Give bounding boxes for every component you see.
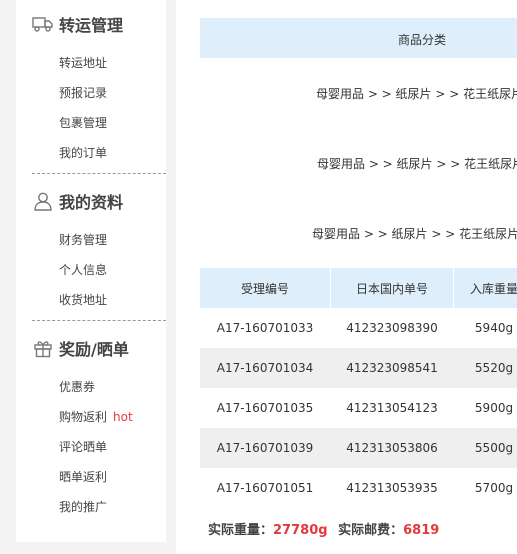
cell-acceptance-no: A17-160701033 [216,321,314,335]
section-header-transport: 转运管理 [32,12,123,36]
divider [32,173,166,174]
sidebar-item-shipping-address[interactable]: 收货地址 [59,291,107,308]
gift-icon [32,338,54,358]
cell-tracking-no: 412313053806 [346,441,438,455]
column-header-japan-tracking-no: 日本国内单号 [331,268,453,308]
section-title: 转运管理 [59,16,124,35]
summary-line: 实际重量：27780g 实际邮费：6819 [208,519,439,538]
sidebar-item-my-orders[interactable]: 我的订单 [59,144,107,161]
table-row: A17-160701051 412313053935 5700g [200,468,517,508]
sidebar-item-my-promotion[interactable]: 我的推广 [59,498,107,515]
user-icon [32,191,54,211]
cell-weight: 5900g [474,401,514,415]
sidebar-item-forecast-records[interactable]: 预报记录 [59,84,107,101]
cell-acceptance-no: A17-160701034 [216,361,314,375]
cell-acceptance-no: A17-160701051 [216,481,314,495]
actual-weight-label: 实际重量： [208,523,274,538]
divider [32,320,166,321]
actual-postage-value: 6819 [403,523,440,538]
sidebar-item-transfer-address[interactable]: 转运地址 [59,54,107,71]
truck-icon [32,14,54,34]
cell-tracking-no: 412313053935 [346,481,438,495]
category-row: 母婴用品 > > 纸尿片 > > 花王纸尿片S82 [317,157,517,171]
column-header-inbound-weight: 入库重量 [454,268,517,308]
cell-weight: 5520g [474,361,514,375]
category-header-label: 商品分类 [398,33,447,47]
cell-tracking-no: 412313054123 [346,401,438,415]
cell-weight: 5700g [474,481,514,495]
category-row: 母婴用品 > > 纸尿片 > > 花王纸尿片M64 [316,87,517,101]
section-title: 我的资料 [59,193,124,212]
table-row: A17-160701033 412323098390 5940g [200,308,517,348]
sidebar-item-package-management[interactable]: 包裹管理 [59,114,107,131]
category-table-header: 商品分类 [200,18,517,58]
sidebar: 转运管理 转运地址 预报记录 包裹管理 我的订单 我的资料 财务管理 个人信息 … [16,0,166,542]
actual-postage-label: 实际邮费： [338,523,404,538]
sidebar-item-label: 购物返利 [59,410,108,424]
cell-weight: 5940g [474,321,514,335]
category-row: 母婴用品 > > 纸尿片 > > 花王纸尿片NB90 [312,227,517,241]
table-row: A17-160701034 412323098541 5520g [200,348,517,388]
hot-badge: hot [113,410,133,424]
section-header-rewards: 奖励/晒单 [32,336,129,360]
section-title: 奖励/晒单 [59,340,129,359]
column-header-acceptance-no: 受理编号 [200,268,330,308]
sidebar-item-shopping-rebate[interactable]: 购物返利 hot [59,408,133,425]
cell-tracking-no: 412323098541 [346,361,438,375]
table-row: A17-160701039 412313053806 5500g [200,428,517,468]
cell-acceptance-no: A17-160701035 [216,401,314,415]
sidebar-item-coupons[interactable]: 优惠券 [59,378,95,395]
main-content: 商品分类 母婴用品 > > 纸尿片 > > 花王纸尿片M64 母婴用品 > > … [176,0,517,554]
sidebar-item-reviews[interactable]: 评论晒单 [59,438,107,455]
sidebar-item-finance[interactable]: 财务管理 [59,231,107,248]
section-header-profile: 我的资料 [32,189,123,213]
table-row: A17-160701035 412313054123 5900g [200,388,517,428]
cell-tracking-no: 412323098390 [346,321,438,335]
cell-acceptance-no: A17-160701039 [216,441,314,455]
sidebar-item-personal-info[interactable]: 个人信息 [59,261,107,278]
sidebar-item-review-rebate[interactable]: 晒单返利 [59,468,107,485]
cell-weight: 5500g [474,441,514,455]
actual-weight-value: 27780g [273,523,328,538]
